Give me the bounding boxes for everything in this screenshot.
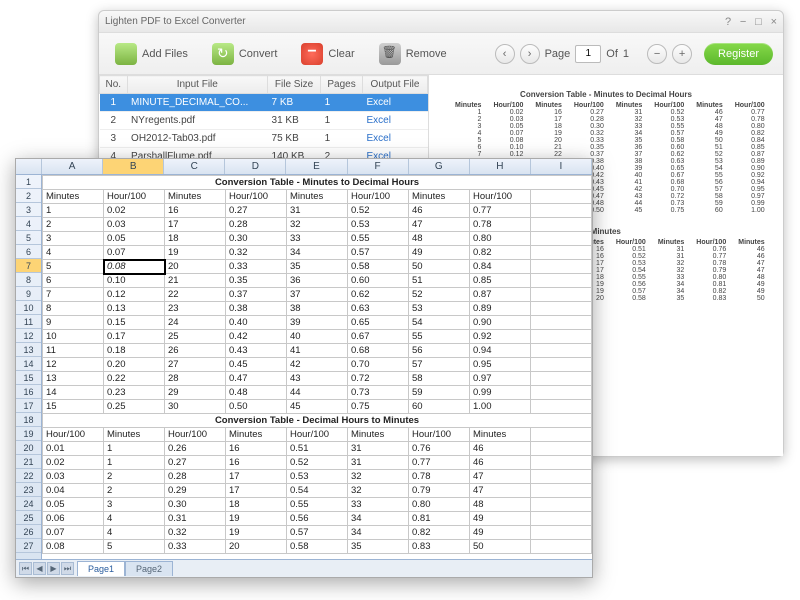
col-header-D[interactable]: D xyxy=(225,159,286,174)
row-header-16[interactable]: 16 xyxy=(16,385,41,399)
row-header-17[interactable]: 17 xyxy=(16,399,41,413)
row-header-25[interactable]: 25 xyxy=(16,511,41,525)
app-title: Lighten PDF to Excel Converter xyxy=(105,16,246,27)
sheet-tab-page2[interactable]: Page2 xyxy=(125,561,173,576)
col-header-A[interactable]: A xyxy=(42,159,103,174)
col-header-C[interactable]: C xyxy=(164,159,225,174)
col-header-E[interactable]: E xyxy=(286,159,347,174)
col-header-F[interactable]: F xyxy=(348,159,409,174)
sheet-tabs: ⏮ ◀ ▶ ⏭ Page1 Page2 xyxy=(16,559,592,577)
zoom-out-button[interactable]: − xyxy=(647,44,667,64)
remove-label: Remove xyxy=(406,48,447,60)
row-header-10[interactable]: 10 xyxy=(16,301,41,315)
row-header-12[interactable]: 12 xyxy=(16,329,41,343)
toolbar: Add Files Convert Clear Remove ‹ › Page … xyxy=(99,33,783,75)
row-header-4[interactable]: 4 xyxy=(16,217,41,231)
close-button[interactable]: × xyxy=(771,16,777,28)
select-all-corner[interactable] xyxy=(16,159,42,174)
pager: ‹ › Page Of 1 − + xyxy=(495,44,692,64)
col-header-I[interactable]: I xyxy=(531,159,592,174)
window-controls: ? − □ × xyxy=(719,16,777,28)
convert-label: Convert xyxy=(239,48,278,60)
excel-window: ABCDEFGHI 123456789101112131415161718192… xyxy=(15,158,593,578)
row-header-6[interactable]: 6 xyxy=(16,245,41,259)
add-icon xyxy=(115,43,137,65)
tab-next-button[interactable]: ▶ xyxy=(47,562,60,575)
row-header-13[interactable]: 13 xyxy=(16,343,41,357)
row-header-26[interactable]: 26 xyxy=(16,525,41,539)
clear-button[interactable]: Clear xyxy=(295,39,360,69)
tab-last-button[interactable]: ⏭ xyxy=(61,562,74,575)
row-header-24[interactable]: 24 xyxy=(16,497,41,511)
row-header-3[interactable]: 3 xyxy=(16,203,41,217)
minimize-button[interactable]: − xyxy=(740,16,746,28)
of-label: Of xyxy=(606,48,618,60)
prev-page-button[interactable]: ‹ xyxy=(495,44,515,64)
file-row[interactable]: 3OH2012-Tab03.pdf75 KB1Excel xyxy=(100,130,428,148)
excel-grid[interactable]: Conversion Table - Minutes to Decimal Ho… xyxy=(42,175,592,559)
excel-column-headers: ABCDEFGHI xyxy=(16,159,592,175)
col-size[interactable]: File Size xyxy=(268,76,321,94)
convert-icon xyxy=(212,43,234,65)
preview-title1: Conversion Table - Minutes to Decimal Ho… xyxy=(449,87,763,102)
row-header-14[interactable]: 14 xyxy=(16,357,41,371)
col-input[interactable]: Input File xyxy=(127,76,267,94)
page-input[interactable] xyxy=(575,45,601,63)
clear-icon xyxy=(301,43,323,65)
add-files-label: Add Files xyxy=(142,48,188,60)
col-no[interactable]: No. xyxy=(100,76,128,94)
excel-row-headers: 1234567891011121314151617181920212223242… xyxy=(16,175,42,559)
register-button[interactable]: Register xyxy=(704,43,773,65)
row-header-19[interactable]: 19 xyxy=(16,427,41,441)
clear-label: Clear xyxy=(328,48,354,60)
page-total: 1 xyxy=(623,48,629,60)
file-row[interactable]: 1MINUTE_DECIMAL_CO...7 KB1Excel xyxy=(100,94,428,112)
row-header-5[interactable]: 5 xyxy=(16,231,41,245)
col-header-B[interactable]: B xyxy=(103,159,164,174)
row-header-27[interactable]: 27 xyxy=(16,539,41,553)
help-button[interactable]: ? xyxy=(725,16,731,28)
next-page-button[interactable]: › xyxy=(520,44,540,64)
row-header-22[interactable]: 22 xyxy=(16,469,41,483)
row-header-18[interactable]: 18 xyxy=(16,413,41,427)
convert-button[interactable]: Convert xyxy=(206,39,284,69)
file-row[interactable]: 2NYregents.pdf31 KB1Excel xyxy=(100,112,428,130)
row-header-8[interactable]: 8 xyxy=(16,273,41,287)
row-header-7[interactable]: 7 xyxy=(16,259,41,273)
row-header-15[interactable]: 15 xyxy=(16,371,41,385)
row-header-1[interactable]: 1 xyxy=(16,175,41,189)
row-header-20[interactable]: 20 xyxy=(16,441,41,455)
tab-prev-button[interactable]: ◀ xyxy=(33,562,46,575)
maximize-button[interactable]: □ xyxy=(755,16,762,28)
col-header-G[interactable]: G xyxy=(409,159,470,174)
zoom-in-button[interactable]: + xyxy=(672,44,692,64)
row-header-11[interactable]: 11 xyxy=(16,315,41,329)
row-header-2[interactable]: 2 xyxy=(16,189,41,203)
col-pages[interactable]: Pages xyxy=(321,76,363,94)
row-header-23[interactable]: 23 xyxy=(16,483,41,497)
file-table: No. Input File File Size Pages Output Fi… xyxy=(99,75,428,166)
row-header-9[interactable]: 9 xyxy=(16,287,41,301)
remove-icon xyxy=(379,43,401,65)
row-header-21[interactable]: 21 xyxy=(16,455,41,469)
tab-first-button[interactable]: ⏮ xyxy=(19,562,32,575)
remove-button[interactable]: Remove xyxy=(373,39,453,69)
page-label: Page xyxy=(545,48,571,60)
col-header-H[interactable]: H xyxy=(470,159,531,174)
add-files-button[interactable]: Add Files xyxy=(109,39,194,69)
sheet-tab-page1[interactable]: Page1 xyxy=(77,561,125,576)
titlebar: Lighten PDF to Excel Converter ? − □ × xyxy=(99,11,783,33)
col-output[interactable]: Output File xyxy=(363,76,428,94)
